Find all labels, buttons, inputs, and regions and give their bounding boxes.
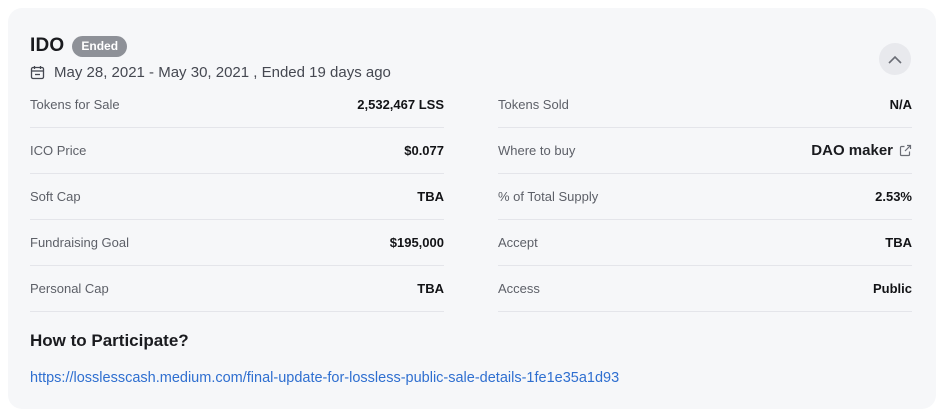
detail-row: Soft Cap TBA: [30, 174, 444, 220]
detail-label: Tokens Sold: [498, 97, 569, 112]
detail-label: Personal Cap: [30, 281, 109, 296]
details-right-column: Tokens Sold N/A Where to buy DAO maker %…: [498, 82, 912, 312]
detail-value: TBA: [885, 235, 912, 250]
title-row: IDO Ended: [30, 35, 391, 57]
date-range: May 28, 2021 - May 30, 2021 , Ended 19 d…: [54, 64, 391, 81]
detail-value: Public: [872, 281, 912, 296]
detail-value: TBA: [417, 281, 444, 296]
detail-value: TBA: [417, 189, 444, 204]
detail-label: Soft Cap: [30, 189, 81, 204]
details-left-column: Tokens for Sale 2,532,467 LSS ICO Price …: [30, 82, 444, 312]
detail-value: 2,532,467 LSS: [357, 97, 444, 112]
chevron-up-icon: [888, 55, 902, 64]
external-link-icon: [899, 144, 912, 157]
detail-row: Tokens Sold N/A: [498, 82, 912, 128]
detail-label: Accept: [498, 235, 538, 250]
detail-row: Where to buy DAO maker: [498, 128, 912, 174]
detail-row: Access Public: [498, 266, 912, 312]
detail-row: Personal Cap TBA: [30, 266, 444, 312]
where-to-buy-value: DAO maker: [811, 142, 893, 159]
date-row: May 28, 2021 - May 30, 2021 , Ended 19 d…: [30, 64, 391, 81]
detail-row: Accept TBA: [498, 220, 912, 266]
ido-header: IDO Ended May 28, 2021 - May 30, 2021 , …: [30, 35, 391, 81]
detail-label: Where to buy: [498, 143, 576, 158]
detail-label: Tokens for Sale: [30, 97, 120, 112]
detail-value: N/A: [889, 97, 912, 112]
collapse-button[interactable]: [879, 43, 911, 75]
detail-row: ICO Price $0.077: [30, 128, 444, 174]
detail-row: % of Total Supply 2.53%: [498, 174, 912, 220]
detail-label: % of Total Supply: [498, 189, 599, 204]
status-badge: Ended: [72, 35, 128, 57]
detail-value: 2.53%: [875, 189, 912, 204]
participate-link[interactable]: https://losslesscash.medium.com/final-up…: [30, 370, 619, 386]
calendar-icon: [30, 65, 45, 80]
detail-label: Fundraising Goal: [30, 235, 129, 250]
detail-row: Fundraising Goal $195,000: [30, 220, 444, 266]
ido-title: IDO: [30, 35, 65, 56]
where-to-buy-link[interactable]: DAO maker: [811, 142, 912, 159]
how-to-participate-heading: How to Participate?: [30, 331, 189, 350]
detail-value: $0.077: [404, 143, 444, 158]
detail-label: Access: [498, 281, 540, 296]
detail-row: Tokens for Sale 2,532,467 LSS: [30, 82, 444, 128]
ido-card: IDO Ended May 28, 2021 - May 30, 2021 , …: [8, 8, 936, 409]
detail-label: ICO Price: [30, 143, 87, 158]
detail-value: $195,000: [389, 235, 444, 250]
